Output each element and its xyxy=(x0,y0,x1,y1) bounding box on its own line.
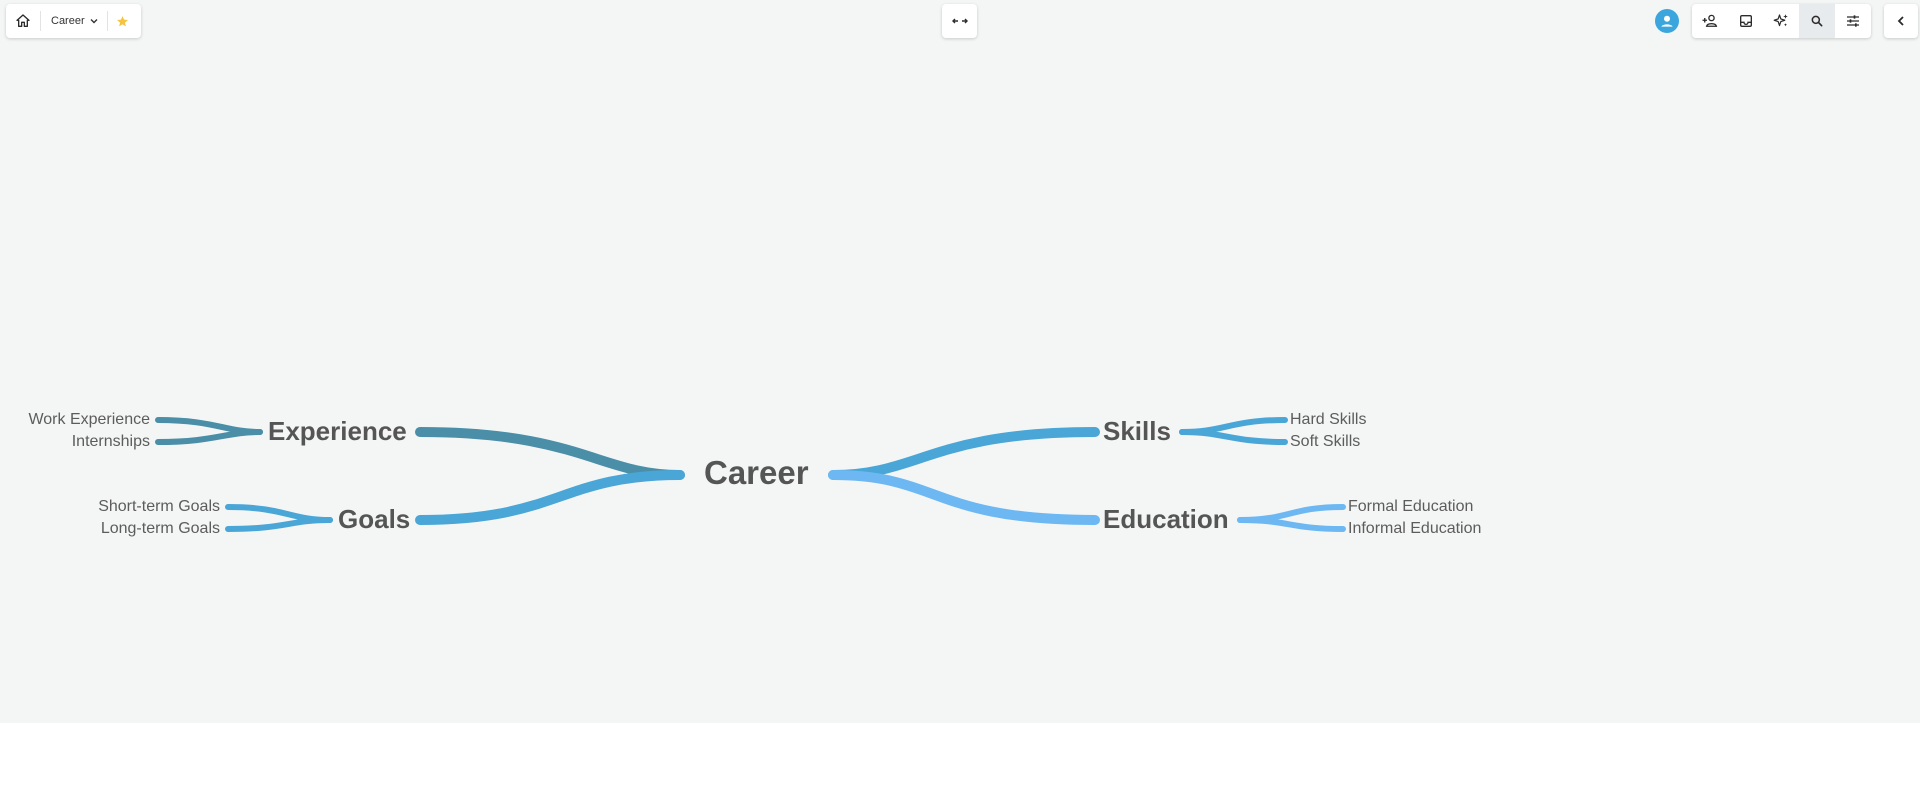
leaf-node-formal-education[interactable]: Formal Education xyxy=(1348,498,1473,516)
branch-node-education[interactable]: Education xyxy=(1103,504,1229,535)
chevron-left-icon xyxy=(1897,16,1904,26)
document-toolbar: Career xyxy=(6,4,141,38)
inbox-icon xyxy=(1739,15,1752,27)
fit-view-toolbar xyxy=(942,4,977,38)
actions-toolbar xyxy=(1692,4,1871,38)
document-title: Career xyxy=(51,15,85,27)
sidebar-toggle xyxy=(1884,4,1918,38)
leaf-node-soft-skills[interactable]: Soft Skills xyxy=(1290,433,1360,451)
sparkle-icon xyxy=(1774,14,1789,27)
branch-node-experience[interactable]: Experience xyxy=(268,416,407,447)
connector-root-skills xyxy=(828,427,1100,480)
ai-assistant-button[interactable] xyxy=(1764,4,1800,38)
search-icon xyxy=(1811,15,1823,27)
user-avatar[interactable] xyxy=(1655,9,1679,33)
branch-node-skills[interactable]: Skills xyxy=(1103,416,1171,447)
connector-skills-soft xyxy=(1179,429,1288,445)
search-button[interactable] xyxy=(1799,4,1836,38)
add-person-icon xyxy=(1702,14,1718,27)
collapse-sidebar-button[interactable] xyxy=(1884,4,1918,38)
document-menu[interactable]: Career xyxy=(41,4,107,38)
connector-experience-internships xyxy=(155,429,263,445)
leaf-node-hard-skills[interactable]: Hard Skills xyxy=(1290,411,1366,429)
inbox-button[interactable] xyxy=(1728,4,1764,38)
user-avatar-icon xyxy=(1661,15,1673,27)
root-node[interactable]: Career xyxy=(704,454,809,492)
connector-goals-long xyxy=(225,517,333,532)
fit-width-icon xyxy=(951,18,968,24)
connector-root-education xyxy=(828,470,1100,525)
leaf-node-work-experience[interactable]: Work Experience xyxy=(28,411,150,429)
leaf-node-short-term-goals[interactable]: Short-term Goals xyxy=(98,498,220,516)
chevron-down-icon xyxy=(90,19,98,24)
home-button[interactable] xyxy=(6,4,40,38)
home-icon xyxy=(16,14,30,27)
mindmap-connectors xyxy=(155,417,1346,532)
favorite-button[interactable] xyxy=(108,4,138,38)
star-icon xyxy=(117,15,129,26)
leaf-node-informal-education[interactable]: Informal Education xyxy=(1348,520,1481,538)
leaf-node-internships[interactable]: Internships xyxy=(72,433,150,451)
connector-root-goals xyxy=(415,470,685,525)
fit-view-button[interactable] xyxy=(942,4,977,38)
connector-education-informal xyxy=(1237,517,1346,532)
leaf-node-long-term-goals[interactable]: Long-term Goals xyxy=(101,520,220,538)
settings-button[interactable] xyxy=(1835,4,1871,38)
connector-root-experience xyxy=(415,427,685,480)
sliders-icon xyxy=(1847,15,1860,27)
branch-node-goals[interactable]: Goals xyxy=(338,504,410,535)
share-button[interactable] xyxy=(1692,4,1728,38)
